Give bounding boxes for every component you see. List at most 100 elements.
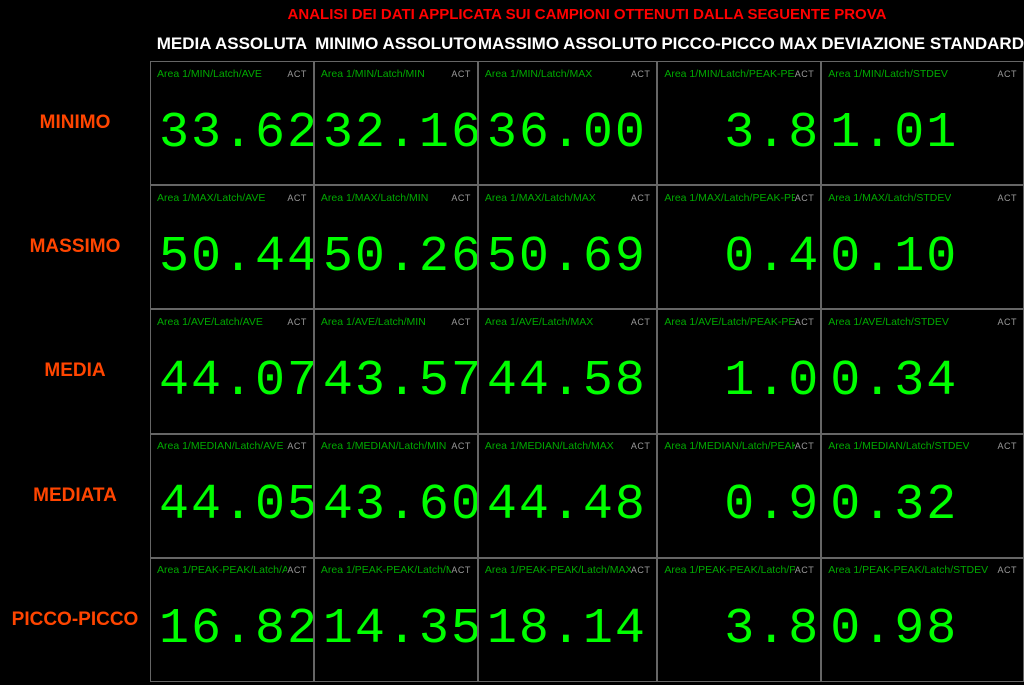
cell-2-1: Area 1/AVE/Latch/MIN ACT 43.57: [314, 309, 478, 433]
cell-act-label: ACT: [997, 193, 1017, 203]
cell-4-3: Area 1/PEAK-PEAK/Latch/PEAK-PEAK ACT 3.8: [657, 558, 821, 682]
row-label-0: MINIMO: [0, 61, 150, 185]
cell-act-label: ACT: [287, 565, 307, 575]
cell-path-label: Area 1/MEDIAN/Latch/MIN: [321, 440, 446, 452]
cell-1-0: Area 1/MAX/Latch/AVE ACT 50.44: [150, 185, 314, 309]
cell-value: 43.60: [315, 455, 477, 557]
cell-act-label: ACT: [795, 69, 815, 79]
row-label-3: MEDIATA: [0, 434, 150, 558]
cell-header: Area 1/MEDIAN/Latch/MAX ACT: [479, 435, 656, 455]
cell-4-1: Area 1/PEAK-PEAK/Latch/MIN ACT 14.35: [314, 558, 478, 682]
cell-0-4: Area 1/MIN/Latch/STDEV ACT 1.01: [821, 61, 1024, 185]
cell-value: 0.98: [822, 579, 1023, 681]
cell-act-label: ACT: [631, 317, 651, 327]
cell-value: 1.01: [822, 82, 1023, 184]
cell-path-label: Area 1/MEDIAN/Latch/PEAK-PEAK: [664, 440, 794, 452]
cell-2-2: Area 1/AVE/Latch/MAX ACT 44.58: [478, 309, 657, 433]
cell-value: 0.32: [822, 455, 1023, 557]
cell-header: Area 1/MEDIAN/Latch/STDEV ACT: [822, 435, 1023, 455]
cell-value: 18.14: [479, 579, 656, 681]
cell-value: 3.8: [658, 579, 820, 681]
cell-3-4: Area 1/MEDIAN/Latch/STDEV ACT 0.32: [821, 434, 1024, 558]
cell-path-label: Area 1/MEDIAN/Latch/AVE: [157, 440, 283, 452]
cell-path-label: Area 1/MAX/Latch/AVE: [157, 192, 265, 204]
row-label-1: MASSIMO: [0, 185, 150, 309]
cell-path-label: Area 1/MIN/Latch/MIN: [321, 68, 425, 80]
cell-act-label: ACT: [287, 441, 307, 451]
cell-header: Area 1/MIN/Latch/MAX ACT: [479, 62, 656, 82]
cell-value: 50.26: [315, 206, 477, 308]
cell-act-label: ACT: [287, 317, 307, 327]
cell-2-0: Area 1/AVE/Latch/AVE ACT 44.07: [150, 309, 314, 433]
cell-act-label: ACT: [287, 193, 307, 203]
cell-value: 1.0: [658, 330, 820, 432]
cell-header: Area 1/PEAK-PEAK/Latch/MAX ACT: [479, 559, 656, 579]
col-header-2: MASSIMO ASSOLUTO: [478, 34, 657, 54]
cell-act-label: ACT: [795, 441, 815, 451]
col-header-4: DEVIAZIONE STANDARD: [821, 34, 1024, 54]
cell-1-1: Area 1/MAX/Latch/MIN ACT 50.26: [314, 185, 478, 309]
cell-header: Area 1/MIN/Latch/STDEV ACT: [822, 62, 1023, 82]
cell-act-label: ACT: [451, 441, 471, 451]
cell-act-label: ACT: [631, 565, 651, 575]
cell-path-label: Area 1/MAX/Latch/MIN: [321, 192, 428, 204]
cell-path-label: Area 1/PEAK-PEAK/Latch/STDEV: [828, 564, 988, 576]
cell-act-label: ACT: [451, 317, 471, 327]
cell-value: 44.58: [479, 330, 656, 432]
cell-act-label: ACT: [795, 317, 815, 327]
cell-header: Area 1/PEAK-PEAK/Latch/AVE ACT: [151, 559, 313, 579]
cell-header: Area 1/MIN/Latch/PEAK-PEAK ACT: [658, 62, 820, 82]
cell-value: 14.35: [315, 579, 477, 681]
cell-value: 44.48: [479, 455, 656, 557]
cell-value: 36.00: [479, 82, 656, 184]
cell-path-label: Area 1/MIN/Latch/STDEV: [828, 68, 948, 80]
cell-act-label: ACT: [451, 565, 471, 575]
cell-0-2: Area 1/MIN/Latch/MAX ACT 36.00: [478, 61, 657, 185]
cell-value: 0.10: [822, 206, 1023, 308]
cell-header: Area 1/AVE/Latch/MIN ACT: [315, 310, 477, 330]
cell-path-label: Area 1/PEAK-PEAK/Latch/AVE: [157, 564, 287, 576]
col-header-0: MEDIA ASSOLUTA: [150, 34, 314, 54]
cell-header: Area 1/MIN/Latch/AVE ACT: [151, 62, 313, 82]
cell-path-label: Area 1/MAX/Latch/PEAK-PEAK: [664, 192, 794, 204]
cell-act-label: ACT: [631, 69, 651, 79]
cell-0-3: Area 1/MIN/Latch/PEAK-PEAK ACT 3.8: [657, 61, 821, 185]
cell-header: Area 1/MAX/Latch/MAX ACT: [479, 186, 656, 206]
cell-path-label: Area 1/AVE/Latch/MAX: [485, 316, 593, 328]
cell-path-label: Area 1/PEAK-PEAK/Latch/MAX: [485, 564, 631, 576]
cell-value: 32.16: [315, 82, 477, 184]
cell-path-label: Area 1/MEDIAN/Latch/MAX: [485, 440, 614, 452]
data-grid: MEDIA ASSOLUTA MINIMO ASSOLUTO MASSIMO A…: [0, 27, 1024, 682]
page-title: ANALISI DEI DATI APPLICATA SUI CAMPIONI …: [150, 0, 1024, 27]
cell-header: Area 1/MEDIAN/Latch/MIN ACT: [315, 435, 477, 455]
row-label-2: MEDIA: [0, 309, 150, 433]
cell-3-3: Area 1/MEDIAN/Latch/PEAK-PEAK ACT 0.9: [657, 434, 821, 558]
cell-header: Area 1/PEAK-PEAK/Latch/MIN ACT: [315, 559, 477, 579]
cell-2-4: Area 1/AVE/Latch/STDEV ACT 0.34: [821, 309, 1024, 433]
cell-0-1: Area 1/MIN/Latch/MIN ACT 32.16: [314, 61, 478, 185]
cell-header: Area 1/MAX/Latch/AVE ACT: [151, 186, 313, 206]
cell-header: Area 1/MAX/Latch/PEAK-PEAK ACT: [658, 186, 820, 206]
cell-act-label: ACT: [287, 69, 307, 79]
cell-path-label: Area 1/MIN/Latch/PEAK-PEAK: [664, 68, 794, 80]
cell-header: Area 1/PEAK-PEAK/Latch/STDEV ACT: [822, 559, 1023, 579]
cell-3-1: Area 1/MEDIAN/Latch/MIN ACT 43.60: [314, 434, 478, 558]
col-header-3: PICCO-PICCO MAX: [657, 34, 821, 54]
cell-value: 0.4: [658, 206, 820, 308]
cell-path-label: Area 1/PEAK-PEAK/Latch/PEAK-PEAK: [664, 564, 794, 576]
cell-value: 50.69: [479, 206, 656, 308]
cell-value: 50.44: [151, 206, 313, 308]
cell-value: 3.8: [658, 82, 820, 184]
cell-act-label: ACT: [631, 193, 651, 203]
cell-act-label: ACT: [997, 69, 1017, 79]
cell-header: Area 1/AVE/Latch/PEAK-PEAK ACT: [658, 310, 820, 330]
cell-header: Area 1/MAX/Latch/MIN ACT: [315, 186, 477, 206]
row-label-4: PICCO-PICCO: [0, 558, 150, 682]
cell-header: Area 1/AVE/Latch/MAX ACT: [479, 310, 656, 330]
cell-act-label: ACT: [795, 565, 815, 575]
cell-path-label: Area 1/MIN/Latch/MAX: [485, 68, 592, 80]
cell-header: Area 1/PEAK-PEAK/Latch/PEAK-PEAK ACT: [658, 559, 820, 579]
cell-1-2: Area 1/MAX/Latch/MAX ACT 50.69: [478, 185, 657, 309]
cell-2-3: Area 1/AVE/Latch/PEAK-PEAK ACT 1.0: [657, 309, 821, 433]
cell-1-4: Area 1/MAX/Latch/STDEV ACT 0.10: [821, 185, 1024, 309]
